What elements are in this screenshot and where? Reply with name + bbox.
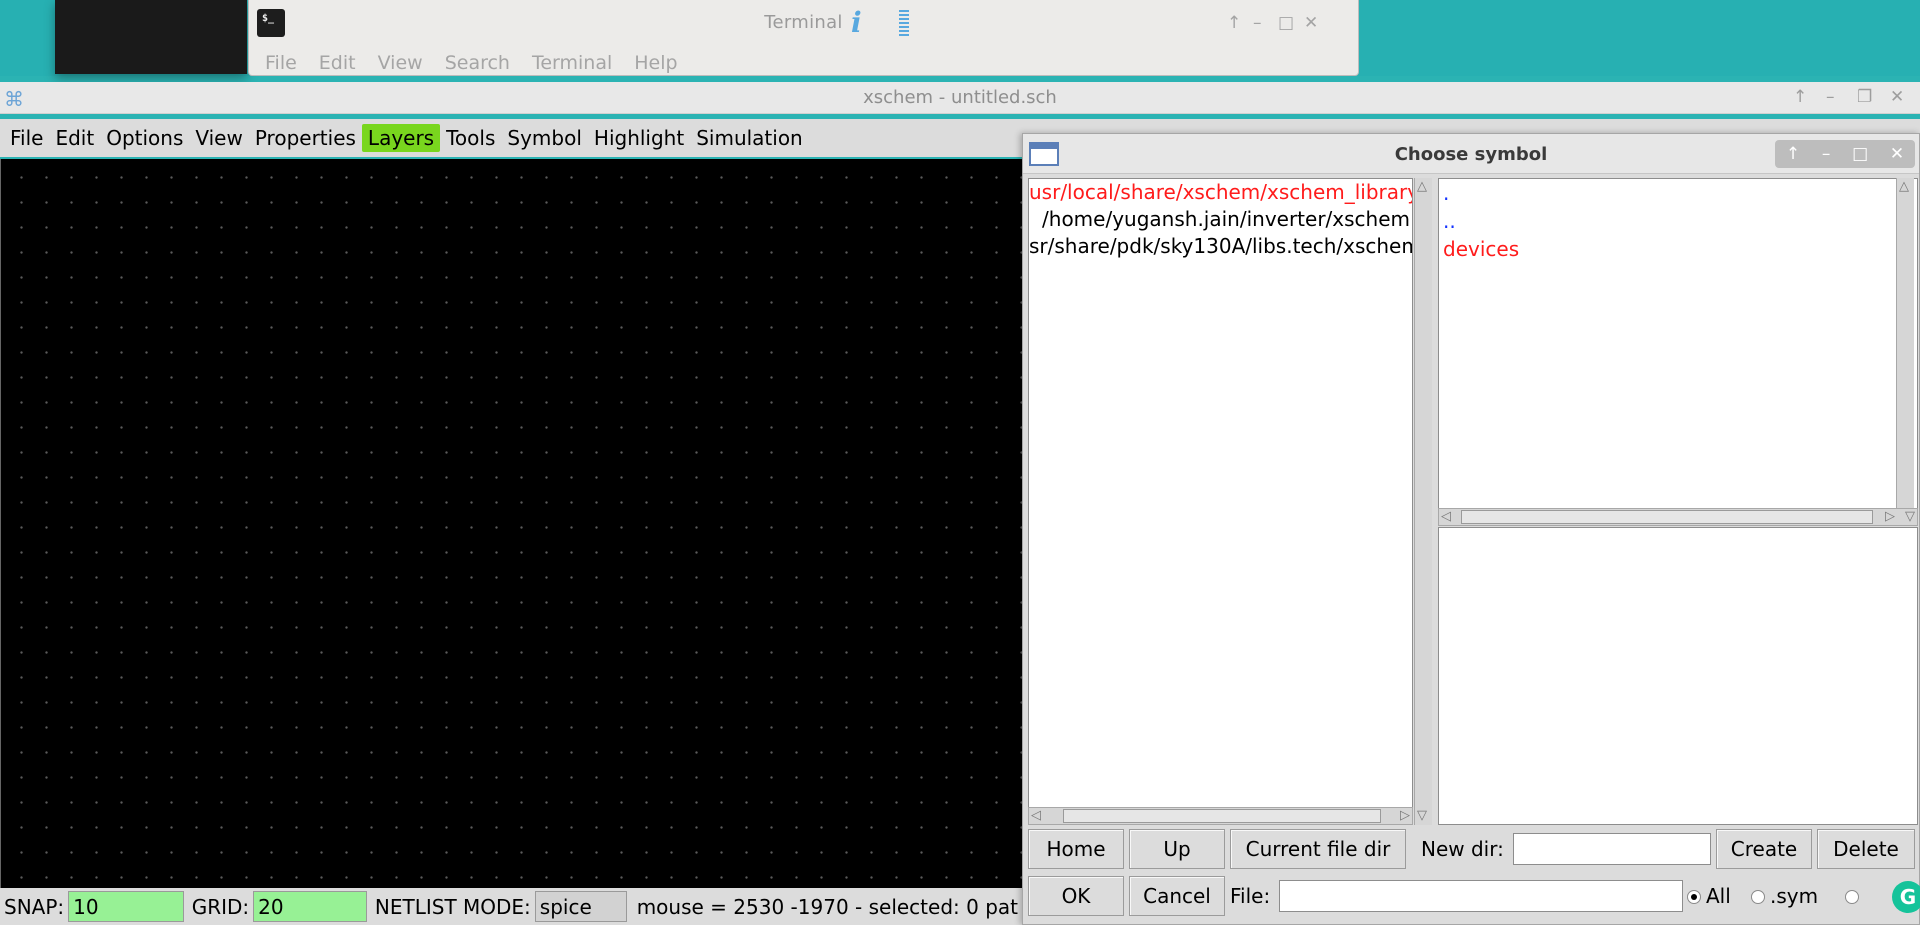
file-vertical-scrollbar[interactable]: △ xyxy=(1896,178,1914,510)
filter-other-radio[interactable] xyxy=(1845,890,1859,904)
menu-symbol[interactable]: Symbol xyxy=(501,124,588,152)
terminal-window[interactable]: $_ Terminal i ↑ – □ ✕ File Edit View Sea… xyxy=(248,0,1359,76)
choose-symbol-dialog: Choose symbol ↑ – □ ✕ usr/local/share/xs… xyxy=(1022,133,1920,925)
terminal-keep-above-button[interactable]: ↑ xyxy=(1227,13,1241,33)
create-button[interactable]: Create xyxy=(1716,829,1812,869)
file-item[interactable]: . xyxy=(1439,179,1917,207)
status-bar: SNAP: 10 GRID: 20 NETLIST MODE: spice mo… xyxy=(0,888,1022,925)
ok-button[interactable]: OK xyxy=(1028,876,1124,916)
dialog-minimize-button[interactable]: – xyxy=(1822,144,1831,164)
menu-file[interactable]: File xyxy=(4,124,49,152)
filter-sym-radio[interactable] xyxy=(1751,890,1765,904)
directory-horizontal-scrollbar[interactable]: ◁ ▷ xyxy=(1028,807,1413,825)
grid-field[interactable]: 20 xyxy=(253,891,367,922)
terminal-menu-file[interactable]: File xyxy=(265,52,297,74)
scroll-thumb[interactable] xyxy=(1461,510,1873,524)
scroll-up-icon[interactable]: △ xyxy=(1899,180,1909,194)
grid-label: GRID: xyxy=(191,894,250,919)
dialog-keep-above-button[interactable]: ↑ xyxy=(1786,144,1800,164)
scroll-left-icon[interactable]: ◁ xyxy=(1031,809,1041,823)
file-label: File: xyxy=(1230,884,1271,908)
netlist-mode-label: NETLIST MODE: xyxy=(374,894,531,919)
file-input[interactable] xyxy=(1279,880,1683,912)
xschem-title: xschem - untitled.sch xyxy=(863,87,1057,108)
xschem-titlebar[interactable]: ⌘ xschem - untitled.sch ↑ – ❐ ✕ xyxy=(0,82,1920,114)
dialog-close-button[interactable]: ✕ xyxy=(1890,144,1904,164)
text-bars-icon xyxy=(899,10,909,38)
info-icon: i xyxy=(851,6,862,39)
symbol-preview xyxy=(1438,527,1918,825)
snap-label: SNAP: xyxy=(4,894,65,919)
file-list[interactable]: . .. devices xyxy=(1438,178,1918,510)
terminal-menu-help[interactable]: Help xyxy=(634,52,677,74)
dialog-titlebar[interactable]: Choose symbol ↑ – □ ✕ xyxy=(1023,134,1919,174)
terminal-close-button[interactable]: ✕ xyxy=(1304,13,1318,33)
directory-vertical-scrollbar[interactable]: △ ▽ xyxy=(1414,178,1432,825)
new-dir-input[interactable] xyxy=(1513,833,1711,865)
file-item[interactable]: .. xyxy=(1439,207,1917,235)
menu-simulation[interactable]: Simulation xyxy=(690,124,809,152)
netlist-mode-field[interactable]: spice xyxy=(534,891,627,922)
terminal-menu-terminal[interactable]: Terminal xyxy=(532,52,612,74)
terminal-menu-search[interactable]: Search xyxy=(445,52,510,74)
xschem-close-button[interactable]: ✕ xyxy=(1890,87,1904,107)
scroll-up-icon[interactable]: △ xyxy=(1417,180,1427,194)
scroll-right-icon[interactable]: ▷ xyxy=(1400,809,1410,823)
dialog-window-buttons: ↑ – □ ✕ xyxy=(1775,140,1915,168)
delete-button[interactable]: Delete xyxy=(1817,829,1915,869)
menu-tools[interactable]: Tools xyxy=(440,124,501,152)
terminal-title: Terminal xyxy=(764,12,843,33)
menu-layers[interactable]: Layers xyxy=(361,124,441,152)
xschem-keep-above-button[interactable]: ↑ xyxy=(1793,87,1807,107)
scroll-down-icon[interactable]: ▽ xyxy=(1417,809,1427,823)
scroll-thumb[interactable] xyxy=(1063,809,1381,823)
filter-sym-label: .sym xyxy=(1770,884,1819,908)
dialog-maximize-button[interactable]: □ xyxy=(1852,144,1868,164)
filter-all-label: All xyxy=(1706,884,1731,908)
menu-properties[interactable]: Properties xyxy=(249,124,362,152)
up-button[interactable]: Up xyxy=(1129,829,1225,869)
home-button[interactable]: Home xyxy=(1028,829,1124,869)
menu-options[interactable]: Options xyxy=(100,124,189,152)
file-item[interactable]: devices xyxy=(1439,235,1917,263)
terminal-menu-view[interactable]: View xyxy=(378,52,423,74)
scroll-left-icon[interactable]: ◁ xyxy=(1441,510,1451,524)
mouse-status: mouse = 2530 -1970 - selected: 0 pat xyxy=(636,894,1018,919)
xschem-minimize-button[interactable]: – xyxy=(1826,87,1835,107)
scroll-right-icon[interactable]: ▷ xyxy=(1885,510,1895,524)
xschem-restore-button[interactable]: ❐ xyxy=(1857,87,1872,107)
grammarly-icon[interactable]: G xyxy=(1892,881,1920,913)
new-dir-label: New dir: xyxy=(1421,837,1504,861)
menu-view[interactable]: View xyxy=(189,124,248,152)
schematic-canvas[interactable] xyxy=(0,159,1022,888)
terminal-minimize-button[interactable]: – xyxy=(1253,13,1262,33)
snap-field[interactable]: 10 xyxy=(68,891,184,922)
file-horizontal-scrollbar[interactable]: ◁ ▷ ▽ xyxy=(1438,508,1918,526)
directory-list[interactable]: usr/local/share/xschem/xschem_library /h… xyxy=(1028,178,1413,825)
scroll-down-icon[interactable]: ▽ xyxy=(1905,510,1915,524)
current-file-dir-button[interactable]: Current file dir xyxy=(1230,829,1406,869)
terminal-menubar: File Edit View Search Terminal Help xyxy=(265,52,678,74)
directory-item[interactable]: sr/share/pdk/sky130A/libs.tech/xschem xyxy=(1029,233,1412,260)
filter-all-radio[interactable] xyxy=(1687,890,1701,904)
menu-edit[interactable]: Edit xyxy=(49,124,100,152)
directory-item[interactable]: usr/local/share/xschem/xschem_library xyxy=(1029,179,1412,206)
menu-highlight[interactable]: Highlight xyxy=(588,124,690,152)
cancel-button[interactable]: Cancel xyxy=(1129,876,1225,916)
directory-item[interactable]: /home/yugansh.jain/inverter/xschem xyxy=(1029,206,1412,233)
terminal-menu-edit[interactable]: Edit xyxy=(319,52,356,74)
terminal-maximize-button[interactable]: □ xyxy=(1278,13,1294,33)
window-thumbnail[interactable] xyxy=(55,0,247,74)
